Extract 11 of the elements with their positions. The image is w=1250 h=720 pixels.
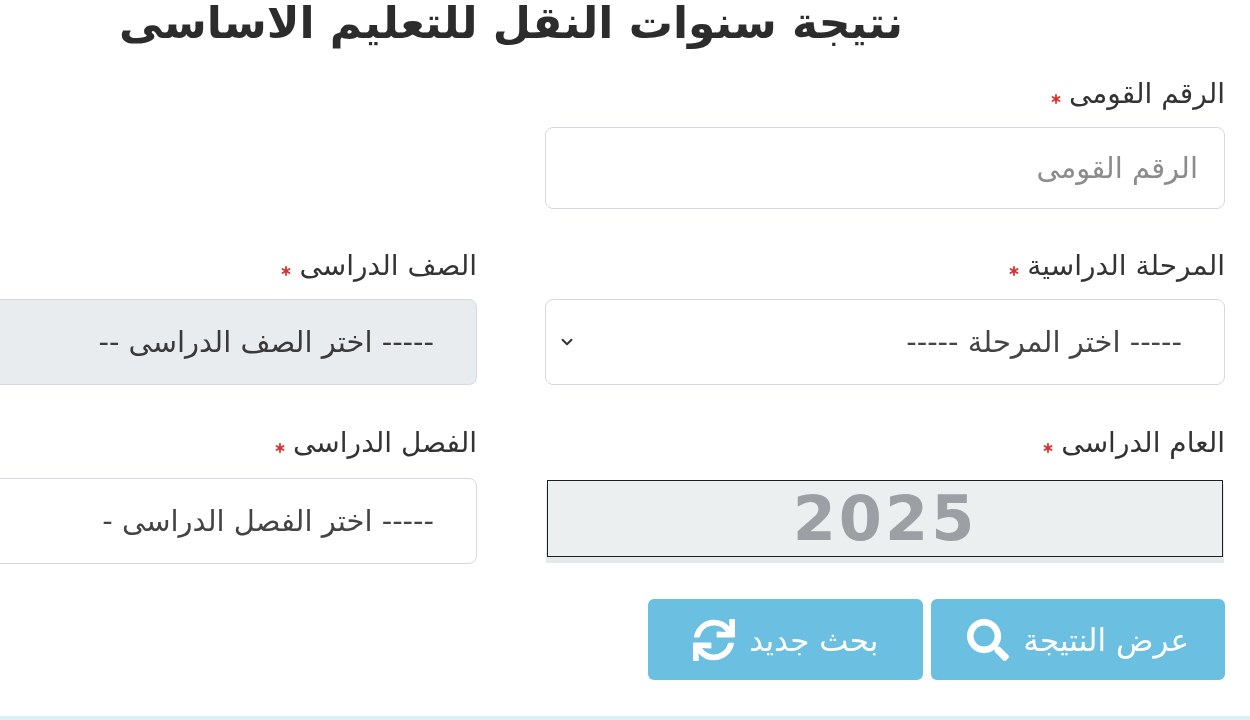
field-label: الصف الدراسى: [299, 248, 477, 284]
field-label: المرحلة الدراسية: [1027, 248, 1225, 284]
national-id-field[interactable]: الرقم القومى: [545, 127, 1225, 209]
refresh-icon: [693, 618, 736, 661]
dropdown-select[interactable]: ----- اختر الفصل الدراسى -: [0, 478, 477, 564]
page-title: نتيجة سنوات النقل للتعليم الاساسى: [119, 0, 903, 51]
search-icon: [967, 618, 1010, 661]
field-label: العام الدراسى: [1061, 425, 1225, 461]
field-label: الفصل الدراسى: [293, 425, 477, 461]
dropdown-select[interactable]: ----- اختر المرحلة -----: [545, 299, 1225, 385]
field-label: الرقم القومى: [1069, 76, 1225, 112]
